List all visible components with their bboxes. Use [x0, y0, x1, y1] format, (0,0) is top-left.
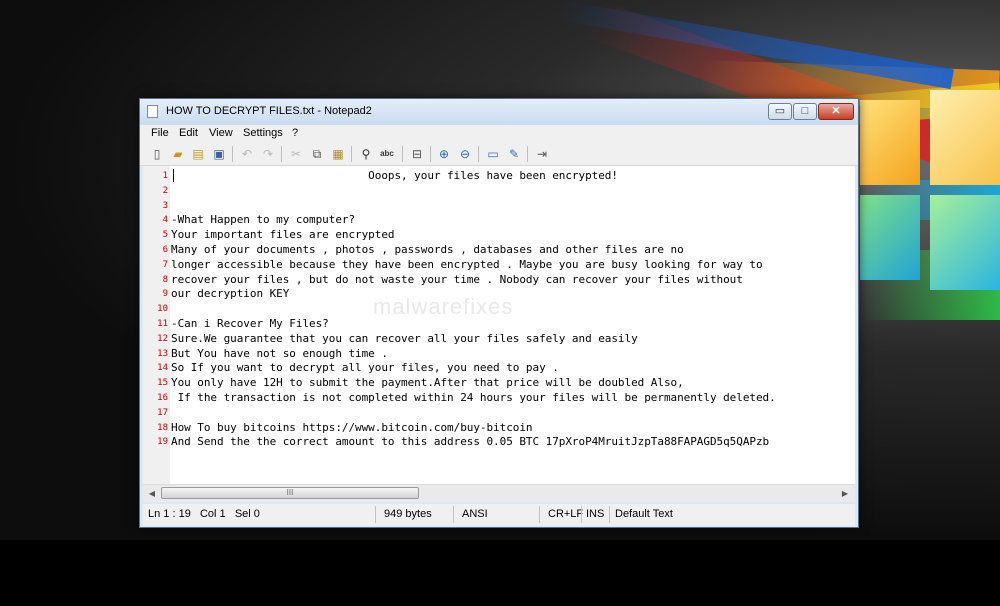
menu-bar: File Edit View Settings ?: [140, 125, 858, 143]
status-line-endings: CR+LF: [548, 508, 584, 520]
line-number: 5: [162, 230, 168, 241]
windows-logo: [855, 90, 1000, 290]
notepad-icon: [147, 105, 158, 118]
open-icon[interactable]: ▰: [170, 146, 186, 162]
text-line: -What Happen to my computer?: [171, 213, 356, 227]
line-number: 9: [162, 289, 168, 300]
text-line: If the transaction is not completed with…: [171, 391, 776, 404]
zoom-in-icon[interactable]: ⊕: [436, 146, 452, 162]
settings-icon[interactable]: ✎: [506, 146, 522, 162]
paste-icon[interactable]: ▦: [330, 146, 346, 162]
status-position: Ln 1 : 19 Col 1 Sel 0: [148, 508, 260, 520]
bottom-black-band: [0, 540, 1000, 606]
toolbar-separator: [430, 146, 431, 162]
status-separator: [609, 506, 610, 523]
menu-file[interactable]: File: [151, 127, 169, 139]
line-number: 6: [162, 245, 168, 255]
toolbar-separator: [402, 146, 403, 162]
maximize-button[interactable]: □: [793, 103, 817, 120]
minimize-button[interactable]: ▭: [768, 103, 792, 120]
status-encoding: ANSI: [462, 508, 488, 520]
line-number: 8: [162, 274, 168, 285]
text-line: You only have 12H to submit the payment.…: [171, 376, 684, 390]
status-bar: Ln 1 : 19 Col 1 Sel 0 949 bytes ANSI CR+…: [143, 504, 855, 526]
status-mode: INS: [586, 508, 605, 520]
text-line: Many of your documents , photos , passwo…: [171, 243, 684, 256]
line-number: 15: [157, 378, 168, 389]
text-line: Ooops, your files have been encrypted!: [171, 169, 618, 182]
replace-icon[interactable]: abc: [379, 146, 395, 162]
line-number: 16: [157, 393, 168, 403]
menu-help[interactable]: ?: [292, 127, 298, 139]
status-scheme: Default Text: [615, 508, 673, 520]
line-number: 11: [157, 319, 168, 329]
line-number: 2: [162, 185, 168, 196]
toolbar-separator: [281, 146, 282, 162]
scroll-right-arrow[interactable]: ▶: [838, 487, 852, 500]
status-separator: [539, 506, 540, 523]
window-title: HOW TO DECRYPT FILES.txt - Notepad2: [166, 105, 372, 117]
line-number: 19: [157, 437, 168, 448]
menu-settings[interactable]: Settings: [243, 127, 283, 139]
toolbar-separator: [478, 146, 479, 162]
find-icon[interactable]: ⚲: [358, 146, 374, 162]
line-number: 1: [162, 171, 168, 181]
line-number: 12: [157, 333, 168, 344]
text-editor[interactable]: malwarefixes 1 Ooops, your files have be…: [143, 166, 855, 484]
close-button[interactable]: ✕: [818, 103, 854, 120]
undo-icon[interactable]: ↶: [239, 146, 255, 162]
line-number: 7: [162, 259, 168, 270]
toolbar: ▯ ▰ ▤ ▣ ↶ ↷ ✂ ⧉ ▦ ⚲ abc ⊟ ⊕ ⊖ ▭ ✎ ⇥: [140, 143, 858, 166]
cut-icon[interactable]: ✂: [288, 146, 304, 162]
view-icon[interactable]: ▭: [485, 146, 501, 162]
redo-icon[interactable]: ↷: [260, 146, 276, 162]
title-bar[interactable]: HOW TO DECRYPT FILES.txt - Notepad2 ▭ □ …: [140, 99, 858, 125]
line-number: 4: [162, 215, 168, 226]
menu-view[interactable]: View: [209, 127, 233, 139]
line-number: 17: [157, 407, 168, 418]
text-line: recover your files , but do not waste yo…: [171, 272, 743, 286]
status-separator: [375, 506, 376, 523]
text-line: But You have not so enough time .: [171, 346, 388, 360]
watermark-text: malwarefixes: [373, 294, 514, 319]
toolbar-separator: [527, 146, 528, 162]
line-number: 18: [157, 422, 168, 433]
copy-icon[interactable]: ⧉: [309, 146, 325, 162]
text-line: Sure.We guarantee that you can recover a…: [171, 331, 638, 345]
notepad2-window: HOW TO DECRYPT FILES.txt - Notepad2 ▭ □ …: [139, 98, 859, 528]
text-line: longer accessible because they have been…: [171, 257, 763, 271]
menu-edit[interactable]: Edit: [179, 127, 198, 139]
browse-icon[interactable]: ▤: [190, 146, 206, 162]
scroll-left-arrow[interactable]: ◀: [145, 487, 159, 500]
line-number: 13: [157, 348, 168, 359]
toolbar-separator: [232, 146, 233, 162]
exit-icon[interactable]: ⇥: [534, 146, 550, 162]
line-number: 10: [157, 304, 168, 315]
word-wrap-icon[interactable]: ⊟: [409, 146, 425, 162]
line-number: 14: [157, 363, 168, 374]
text-line: So If you want to decrypt all your files…: [171, 361, 559, 375]
text-line: How To buy bitcoins https://www.bitcoin.…: [171, 420, 533, 434]
line-number: 3: [162, 200, 168, 211]
scroll-thumb[interactable]: III: [161, 487, 419, 499]
status-size: 949 bytes: [384, 508, 432, 520]
horizontal-scrollbar[interactable]: ◀ III ▶: [143, 484, 855, 502]
new-icon[interactable]: ▯: [149, 146, 165, 162]
zoom-out-icon[interactable]: ⊖: [457, 146, 473, 162]
status-separator: [453, 506, 454, 523]
text-line: -Can i Recover My Files?: [171, 317, 329, 330]
toolbar-separator: [351, 146, 352, 162]
text-line: our decryption KEY: [171, 287, 290, 301]
save-icon[interactable]: ▣: [211, 146, 227, 162]
status-separator: [581, 506, 582, 523]
text-line: Your important files are encrypted: [171, 228, 395, 242]
text-line: And Send the the correct amount to this …: [171, 435, 770, 449]
